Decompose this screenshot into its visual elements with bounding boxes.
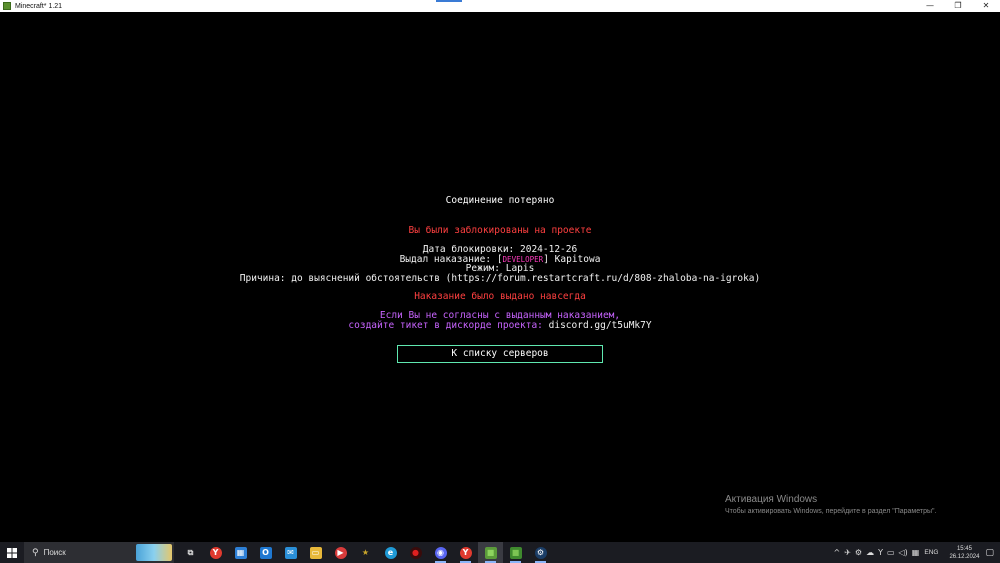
window-title-bar[interactable]: Minecraft* 1.21 — ❐ ✕ (0, 0, 1000, 12)
show-hidden-icons-icon[interactable]: ^ (833, 548, 840, 557)
banned-message: Вы были заблокированы на проекте (408, 225, 592, 236)
yandex-browser-icon: Y (209, 546, 222, 559)
record-app-icon: ● (409, 546, 422, 559)
taskbar-app[interactable]: ▶ (328, 542, 353, 563)
taskbar-apps: ⧉ Y ▦ O ✉ ▭ ▶ ★ e ● ◉ Y ■ ■ ⚙ (178, 542, 553, 563)
taskbar-app[interactable]: ▭ (303, 542, 328, 563)
window-title: Minecraft* 1.21 (15, 2, 63, 10)
yandex-tray-icon[interactable]: Y (878, 548, 883, 557)
keyboard-icon[interactable]: ▦ (912, 548, 920, 557)
notifications-icon[interactable]: ▢ (985, 548, 994, 558)
permanent-ban-message: Наказание было выдано навсегда (414, 291, 586, 302)
maximize-button[interactable]: ❐ (944, 0, 972, 12)
game-screen: Соединение потеряно Вы были заблокирован… (0, 12, 1000, 542)
appeal-text: создайте тикет в дискорде проекта: (348, 320, 543, 331)
windows-activation-watermark: Активация Windows Чтобы активировать Win… (725, 493, 936, 517)
disconnect-heading: Соединение потеряно (445, 195, 555, 206)
clock[interactable]: 15:45 26.12.2024 (949, 545, 979, 561)
star-app-icon: ★ (361, 548, 370, 557)
taskbar-app[interactable]: ■ (503, 542, 528, 563)
back-to-server-list-button[interactable]: К списку серверов (397, 345, 603, 363)
media-player-icon: ▶ (334, 546, 347, 559)
taskbar-app[interactable]: ■ (478, 542, 503, 563)
discord-icon: ◉ (434, 546, 447, 559)
system-tray: ^ ✈ ⚙ ☁ Y ▭ ◁) ▦ ENG 15:45 26.12.2024 ▢ (831, 542, 1000, 563)
reason-line: Причина: до выяснений обстоятельств (htt… (239, 273, 761, 284)
taskbar-app[interactable]: Y (453, 542, 478, 563)
taskbar-app[interactable]: ⧉ (178, 542, 203, 563)
taskbar: ⚲ Поиск ⧉ Y ▦ O ✉ ▭ ▶ ★ e ● ◉ Y ■ ■ ⚙ ^ … (0, 542, 1000, 563)
search-placeholder: Поиск (43, 548, 66, 557)
taskbar-app[interactable]: O (253, 542, 278, 563)
appeal-line-2: создайте тикет в дискорде проекта: disco… (0, 321, 1000, 331)
minecraft-icon: ■ (509, 546, 522, 559)
search-highlight-image (136, 544, 172, 561)
edge-icon: e (384, 546, 397, 559)
task-view-icon: ⧉ (187, 547, 194, 557)
outlook-icon: O (259, 546, 272, 559)
tray-settings-icon[interactable]: ⚙ (855, 548, 862, 557)
store-icon: ▦ (234, 546, 247, 559)
title-bar-accent (436, 0, 462, 2)
minecraft-launcher-icon: ■ (484, 546, 497, 559)
taskbar-app[interactable]: ◉ (428, 542, 453, 563)
network-icon[interactable]: ▭ (887, 548, 895, 557)
taskbar-app[interactable]: ✉ (278, 542, 303, 563)
window-controls: — ❐ ✕ (916, 0, 1000, 12)
volume-icon[interactable]: ◁) (899, 548, 908, 557)
minimize-button[interactable]: — (916, 0, 944, 12)
activation-subtitle: Чтобы активировать Windows, перейдите в … (725, 508, 937, 515)
taskbar-app[interactable]: Y (203, 542, 228, 563)
discord-link: discord.gg/t5uMk7Y (548, 320, 652, 331)
taskbar-search[interactable]: ⚲ Поиск (24, 542, 174, 563)
steam-icon: ⚙ (534, 546, 547, 559)
cloud-icon[interactable]: ☁ (866, 548, 874, 557)
taskbar-app[interactable]: ⚙ (528, 542, 553, 563)
tray-app-icon[interactable]: ✈ (844, 548, 851, 557)
search-icon: ⚲ (32, 547, 39, 558)
language-indicator[interactable]: ENG (924, 549, 938, 556)
taskbar-app[interactable]: ▦ (228, 542, 253, 563)
clock-time: 15:45 (956, 545, 972, 552)
windows-logo-icon (7, 547, 17, 558)
taskbar-app[interactable]: ★ (353, 542, 378, 563)
yandex-icon: Y (459, 546, 472, 559)
close-button[interactable]: ✕ (972, 0, 1000, 12)
file-explorer-icon: ▭ (309, 546, 322, 559)
clock-date: 26.12.2024 (949, 553, 980, 560)
taskbar-app[interactable]: e (378, 542, 403, 563)
start-button[interactable] (0, 542, 24, 563)
taskbar-app[interactable]: ● (403, 542, 428, 563)
minecraft-app-icon (3, 2, 11, 10)
activation-title: Активация Windows (725, 494, 818, 505)
mail-icon: ✉ (284, 546, 297, 559)
